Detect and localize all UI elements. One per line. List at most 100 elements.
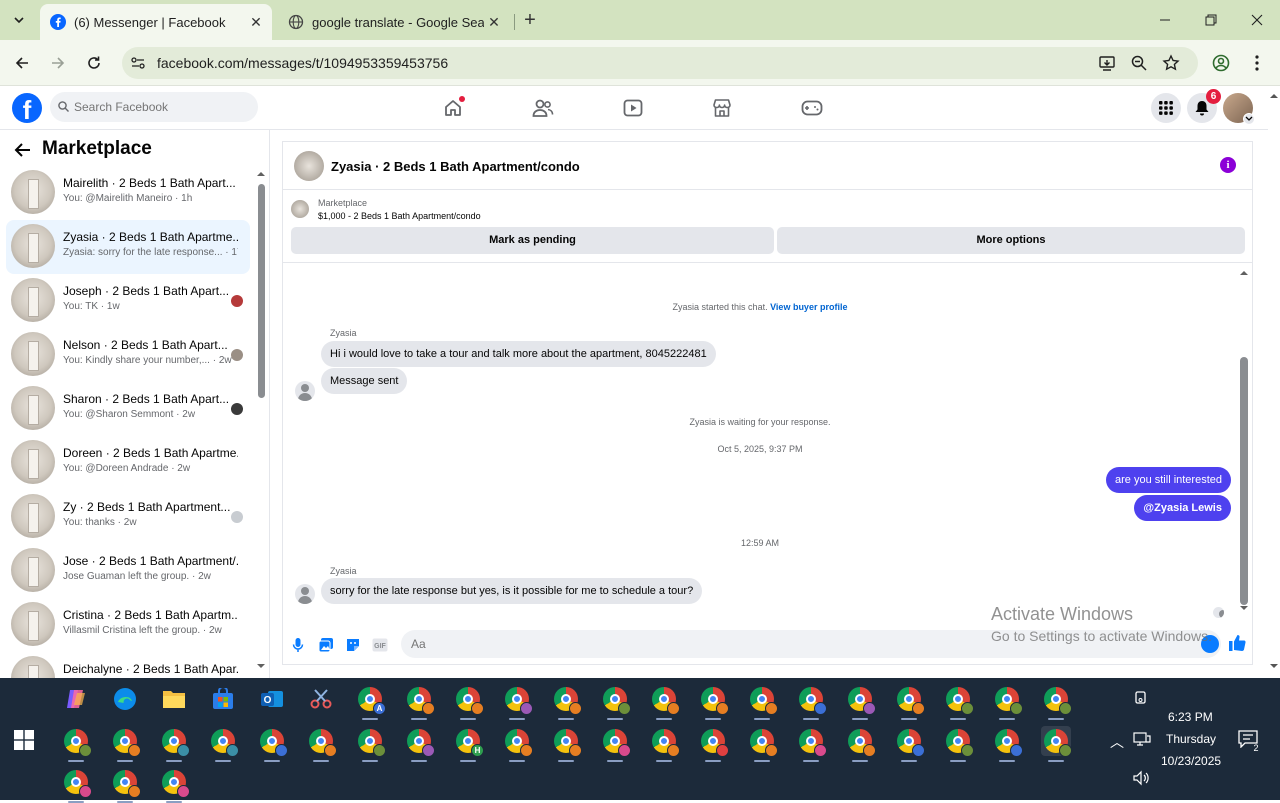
chat-avatar[interactable] <box>294 151 324 181</box>
chrome-profile-window[interactable] <box>257 726 288 757</box>
sidebar-scrollbar[interactable] <box>254 166 268 678</box>
conversation-item[interactable]: Mairelith · 2 Beds 1 Bath Apart... You: @… <box>6 166 250 220</box>
scrollbar-thumb[interactable] <box>1240 357 1248 605</box>
nav-home[interactable] <box>435 94 471 122</box>
chrome-profile-window[interactable] <box>649 684 680 715</box>
chrome-profile-window[interactable] <box>208 726 239 757</box>
incoming-message[interactable]: Hi i would love to take a tour and talk … <box>321 341 716 367</box>
chrome-profile-window[interactable] <box>698 726 729 757</box>
chrome-profile-window[interactable] <box>992 726 1023 757</box>
file-explorer-app[interactable] <box>159 684 189 714</box>
edge-app[interactable] <box>110 684 140 714</box>
conversation-item[interactable]: Nelson · 2 Beds 1 Bath Apart... You: Kind… <box>6 328 250 382</box>
windows-start-icon[interactable] <box>14 730 34 750</box>
thumbs-up-icon[interactable] <box>1228 634 1246 652</box>
arrow-left-icon[interactable] <box>14 142 32 158</box>
outgoing-message[interactable]: are you still interested <box>1106 467 1231 493</box>
chrome-profile-window[interactable] <box>845 726 876 757</box>
conversation-item[interactable]: Deichalyne · 2 Beds 1 Bath Apar... <box>6 652 250 678</box>
sender-avatar[interactable] <box>295 381 315 401</box>
network-icon[interactable] <box>1133 732 1151 746</box>
chrome-profile-window[interactable] <box>61 767 92 798</box>
new-tab-button[interactable]: + <box>518 10 542 32</box>
chrome-profile-window[interactable] <box>600 726 631 757</box>
chat-scrollbar[interactable] <box>1237 266 1251 614</box>
facebook-logo[interactable]: f <box>12 93 42 123</box>
close-window-button[interactable] <box>1234 6 1280 34</box>
chrome-profile-window[interactable] <box>1041 684 1072 715</box>
chrome-profile-window[interactable] <box>796 726 827 757</box>
forward-button[interactable] <box>45 50 71 76</box>
chrome-profile-window[interactable] <box>1041 726 1072 757</box>
chrome-profile-window[interactable] <box>747 684 778 715</box>
incoming-message[interactable]: sorry for the late response but yes, is … <box>321 578 703 604</box>
chrome-profile-window[interactable] <box>551 726 582 757</box>
chrome-profile-window[interactable]: A <box>355 684 386 715</box>
copilot-app[interactable] <box>61 684 91 714</box>
bookmark-star-icon[interactable] <box>1162 54 1180 72</box>
chrome-profile-window[interactable] <box>698 684 729 715</box>
browser-menu-button[interactable] <box>1244 50 1270 76</box>
menu-button[interactable] <box>1151 93 1181 123</box>
conversation-item[interactable]: Sharon · 2 Beds 1 Bath Apart... You: @Sha… <box>6 382 250 436</box>
nav-gaming[interactable] <box>794 94 830 122</box>
facebook-search[interactable] <box>50 92 258 122</box>
install-app-icon[interactable] <box>1098 54 1116 72</box>
scrollbar-thumb[interactable] <box>258 184 265 398</box>
minimize-button[interactable] <box>1142 6 1188 34</box>
clock-time[interactable]: 6:23 PM <box>1168 710 1228 724</box>
nav-friends[interactable] <box>525 94 561 122</box>
chrome-profile-window[interactable] <box>61 726 92 757</box>
volume-icon[interactable] <box>1133 770 1151 786</box>
close-tab-icon[interactable]: ✕ <box>484 12 504 32</box>
view-buyer-profile-link[interactable]: View buyer profile <box>770 302 847 312</box>
chrome-profile-window[interactable] <box>110 767 141 798</box>
nav-marketplace[interactable] <box>704 94 740 122</box>
conversation-item[interactable]: Cristina · 2 Beds 1 Bath Apartm... Villas… <box>6 598 250 652</box>
address-bar[interactable]: facebook.com/messages/t/1094953359453756 <box>122 47 1198 79</box>
mark-as-pending-button[interactable]: Mark as pending <box>291 227 774 254</box>
chrome-profile-window[interactable] <box>502 684 533 715</box>
chrome-profile-window[interactable] <box>453 684 484 715</box>
chrome-profile-window[interactable] <box>649 726 680 757</box>
restore-button[interactable] <box>1188 6 1234 34</box>
voice-clip-button[interactable] <box>289 636 307 654</box>
chrome-profile-window[interactable] <box>845 684 876 715</box>
close-tab-icon[interactable]: ✕ <box>246 12 266 32</box>
chrome-profile-window[interactable] <box>894 684 925 715</box>
site-settings-icon[interactable] <box>130 55 146 71</box>
tab-messenger[interactable]: (6) Messenger | Facebook ✕ <box>40 4 272 40</box>
incoming-message[interactable]: Message sent <box>321 368 408 394</box>
microsoft-store-app[interactable] <box>208 684 238 714</box>
conversation-item[interactable]: Jose · 2 Beds 1 Bath Apartment/... Jose G… <box>6 544 250 598</box>
show-hidden-icons-chevron-icon[interactable]: ︿ <box>1110 732 1124 752</box>
gif-button[interactable]: GIF <box>371 636 389 654</box>
chrome-profile-window[interactable] <box>306 726 337 757</box>
outlook-app[interactable]: O <box>257 684 287 714</box>
chrome-profile-window[interactable] <box>110 726 141 757</box>
meet-now-icon[interactable] <box>1134 690 1148 706</box>
info-icon[interactable]: i <box>1220 157 1236 173</box>
conversation-item[interactable]: Zy · 2 Beds 1 Bath Apartment... You: than… <box>6 490 250 544</box>
clock-date[interactable]: 10/23/2025 <box>1161 754 1221 768</box>
zoom-icon[interactable] <box>1130 54 1148 72</box>
chrome-profile-window[interactable] <box>355 726 386 757</box>
chrome-profile-window[interactable] <box>159 726 190 757</box>
listing-thumbnail[interactable] <box>291 200 309 218</box>
conversation-item[interactable]: Zyasia · 2 Beds 1 Bath Apartme... Zyasia:… <box>6 220 250 274</box>
chrome-profile-window[interactable] <box>796 684 827 715</box>
snipping-tool-app[interactable] <box>306 684 336 714</box>
page-scrollbar[interactable] <box>1268 86 1280 678</box>
chrome-profile-window[interactable] <box>551 684 582 715</box>
chrome-profile-window[interactable] <box>600 684 631 715</box>
attach-photo-button[interactable] <box>317 636 335 654</box>
outgoing-message[interactable]: @Zyasia Lewis <box>1134 495 1231 521</box>
chrome-profile-window[interactable] <box>943 684 974 715</box>
chrome-profile-window[interactable] <box>404 684 435 715</box>
conversation-item[interactable]: Doreen · 2 Beds 1 Bath Apartme... You: @D… <box>6 436 250 490</box>
clock-day[interactable]: Thursday <box>1166 732 1216 746</box>
sticker-button[interactable] <box>344 636 362 654</box>
back-button[interactable] <box>9 50 35 76</box>
reload-button[interactable] <box>81 50 107 76</box>
tab-google-translate[interactable]: google translate - Google Search ✕ <box>278 4 510 40</box>
